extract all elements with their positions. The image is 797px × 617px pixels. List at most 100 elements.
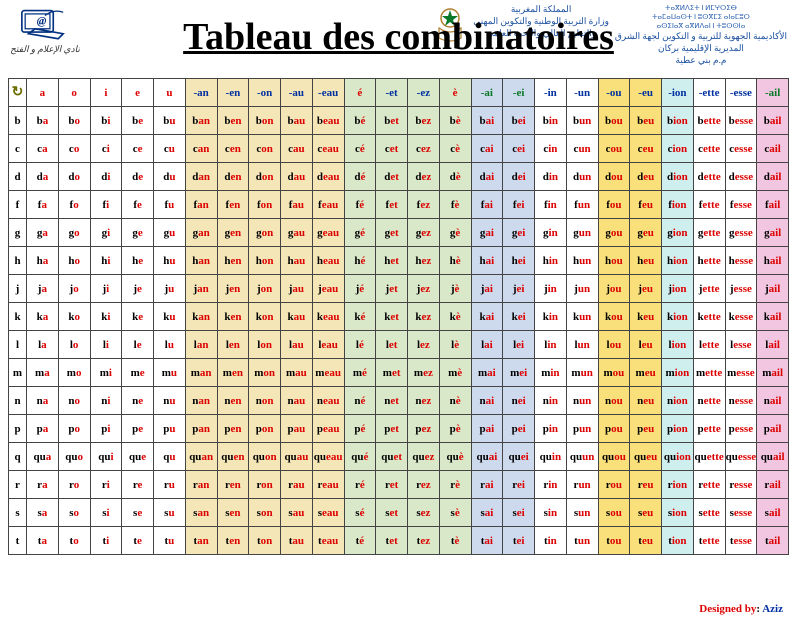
cell: pen bbox=[217, 415, 249, 443]
cell: can bbox=[185, 135, 217, 163]
row-header-n: n bbox=[9, 387, 27, 415]
cell: ceu bbox=[630, 135, 662, 163]
cell: hin bbox=[535, 247, 567, 275]
cell: kez bbox=[408, 303, 440, 331]
cell: cesse bbox=[725, 135, 757, 163]
cell: gau bbox=[281, 219, 313, 247]
cell: dau bbox=[281, 163, 313, 191]
cell: mion bbox=[662, 359, 694, 387]
col-header-u: u bbox=[154, 79, 186, 107]
cell: lou bbox=[598, 331, 630, 359]
table-row: hhahohihehuhanhenhonhauheauhéhethezhèhai… bbox=[9, 247, 789, 275]
cell: kin bbox=[535, 303, 567, 331]
cell: rou bbox=[598, 471, 630, 499]
row-header-r: r bbox=[9, 471, 27, 499]
cell: bi bbox=[90, 107, 122, 135]
cell: cen bbox=[217, 135, 249, 163]
cell: be bbox=[122, 107, 154, 135]
cell: jon bbox=[249, 275, 281, 303]
cell: ka bbox=[27, 303, 59, 331]
col-header-ez: -ez bbox=[408, 79, 440, 107]
cell: hai bbox=[471, 247, 503, 275]
cell: qu bbox=[154, 443, 186, 471]
cell: dan bbox=[185, 163, 217, 191]
cell: ri bbox=[90, 471, 122, 499]
cell: qué bbox=[344, 443, 376, 471]
cell: ra bbox=[27, 471, 59, 499]
cell: jeu bbox=[630, 275, 662, 303]
cell: tu bbox=[154, 527, 186, 555]
cell: queu bbox=[630, 443, 662, 471]
cell: quez bbox=[408, 443, 440, 471]
cell: bail bbox=[757, 107, 789, 135]
cell: fa bbox=[27, 191, 59, 219]
col-header-en: -en bbox=[217, 79, 249, 107]
left-caption: نادي الإعلام و الفتح bbox=[10, 44, 80, 55]
cell: mai bbox=[471, 359, 503, 387]
table-row: ffafofifefufanfenfonfaufeauféfetfezfèfai… bbox=[9, 191, 789, 219]
col-header-ai: -ai bbox=[471, 79, 503, 107]
row-header-b: b bbox=[9, 107, 27, 135]
cell: quei bbox=[503, 443, 535, 471]
cell: quesse bbox=[725, 443, 757, 471]
cell: dette bbox=[693, 163, 725, 191]
cell: du bbox=[154, 163, 186, 191]
cell: hon bbox=[249, 247, 281, 275]
cell: gei bbox=[503, 219, 535, 247]
cell: jin bbox=[535, 275, 567, 303]
cell: teau bbox=[312, 527, 344, 555]
cell: ceau bbox=[312, 135, 344, 163]
row-header-s: s bbox=[9, 499, 27, 527]
cell: bou bbox=[598, 107, 630, 135]
cell: su bbox=[154, 499, 186, 527]
cell: ne bbox=[122, 387, 154, 415]
row-header-m: m bbox=[9, 359, 27, 387]
cell: sin bbox=[535, 499, 567, 527]
cell: hion bbox=[662, 247, 694, 275]
cell: cè bbox=[439, 135, 471, 163]
cell: quo bbox=[58, 443, 90, 471]
cell: sè bbox=[439, 499, 471, 527]
cell: mé bbox=[344, 359, 376, 387]
col-header-in: -in bbox=[535, 79, 567, 107]
cell: pou bbox=[598, 415, 630, 443]
cell: den bbox=[217, 163, 249, 191]
cell: nen bbox=[217, 387, 249, 415]
cell: nesse bbox=[725, 387, 757, 415]
table-row: ccacocicecucancenconcauceaucécetcezcècai… bbox=[9, 135, 789, 163]
table-row: nnanoninenunannennonnauneaunénetneznènai… bbox=[9, 387, 789, 415]
cell: jion bbox=[662, 275, 694, 303]
cell: li bbox=[90, 331, 122, 359]
cell: bion bbox=[662, 107, 694, 135]
cell: pei bbox=[503, 415, 535, 443]
cell: quou bbox=[598, 443, 630, 471]
cell: ca bbox=[27, 135, 59, 163]
cell: jo bbox=[58, 275, 90, 303]
cell: re bbox=[122, 471, 154, 499]
cell: ro bbox=[58, 471, 90, 499]
cell: gi bbox=[90, 219, 122, 247]
cell: di bbox=[90, 163, 122, 191]
cell: din bbox=[535, 163, 567, 191]
table-row: rrarorireruranrenronraureauréretrezrèrai… bbox=[9, 471, 789, 499]
cell: dei bbox=[503, 163, 535, 191]
cell: ru bbox=[154, 471, 186, 499]
cell: ken bbox=[217, 303, 249, 331]
cell: pette bbox=[693, 415, 725, 443]
cell: kion bbox=[662, 303, 694, 331]
cell: jau bbox=[281, 275, 313, 303]
cell: tette bbox=[693, 527, 725, 555]
cell: pu bbox=[154, 415, 186, 443]
cell: cette bbox=[693, 135, 725, 163]
cell: pion bbox=[662, 415, 694, 443]
cell: jai bbox=[471, 275, 503, 303]
cell: sen bbox=[217, 499, 249, 527]
cell: sez bbox=[408, 499, 440, 527]
cell: cion bbox=[662, 135, 694, 163]
cell: mez bbox=[408, 359, 440, 387]
cell: lan bbox=[185, 331, 217, 359]
cell: tan bbox=[185, 527, 217, 555]
cell: kai bbox=[471, 303, 503, 331]
cell: sau bbox=[281, 499, 313, 527]
cell: lu bbox=[154, 331, 186, 359]
